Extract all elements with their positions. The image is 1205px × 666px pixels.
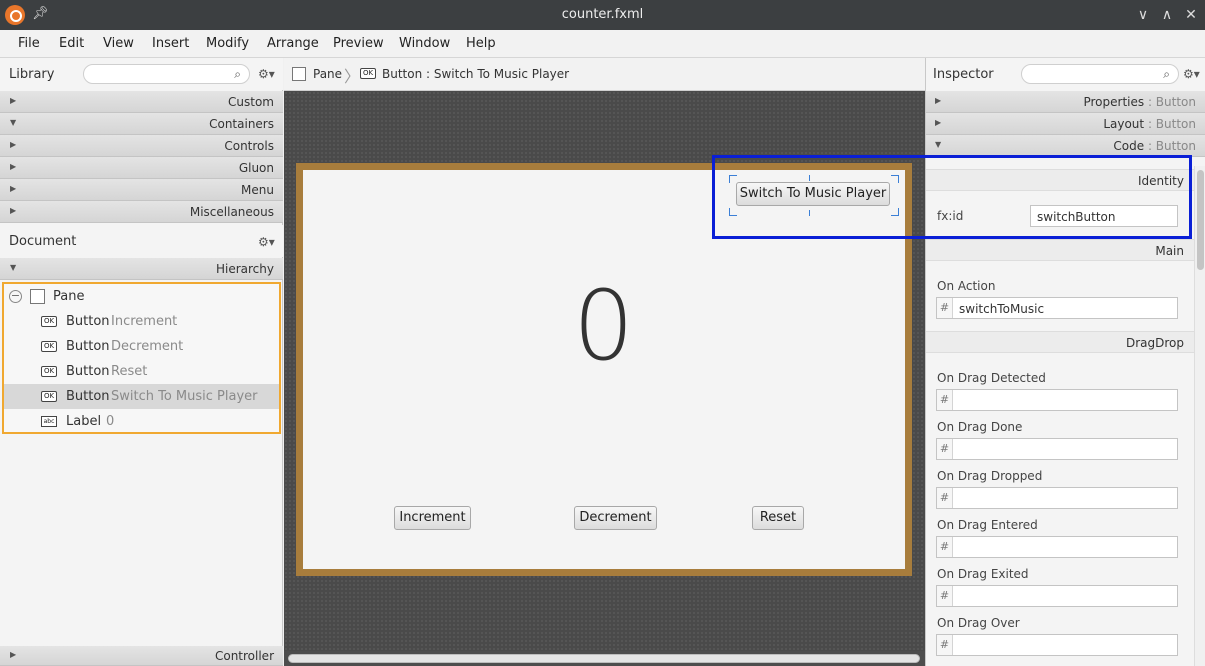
inspector-title: Inspector: [933, 67, 994, 82]
chevron-right-icon: 〉: [344, 67, 361, 86]
library-category-menu[interactable]: ▶ Menu: [0, 179, 283, 201]
tree-item-pane[interactable]: − Pane: [4, 284, 279, 309]
expand-arrow-icon: ▶: [10, 650, 17, 659]
library-category-miscellaneous[interactable]: ▶ Miscellaneous: [0, 201, 283, 223]
search-icon: ⌕: [234, 67, 241, 81]
counter-label[interactable]: 0: [573, 278, 634, 374]
on-drag-over-label: On Drag Over: [937, 616, 1020, 630]
label-icon: abc: [41, 416, 57, 427]
menu-modify[interactable]: Modify: [206, 36, 249, 51]
expand-arrow-icon: ▶: [10, 184, 17, 193]
hierarchy-tree: − Pane OK Button Increment OK Button Dec…: [2, 282, 281, 434]
tree-item-label[interactable]: abc Label 0: [4, 409, 279, 434]
left-panel: Library ⌕ ⚙▾ ▶ Custom ▼ Containers ▶ Con…: [0, 58, 283, 666]
inspector-code-section[interactable]: ▼ Code : Button: [926, 135, 1205, 157]
content-area: Pane 〉 OK Button : Switch To Music Playe…: [284, 58, 925, 666]
on-drag-done-input[interactable]: #: [936, 438, 1178, 460]
library-search-input[interactable]: ⌕: [83, 64, 250, 84]
library-header: Library ⌕ ⚙▾: [0, 58, 283, 90]
horizontal-scrollbar[interactable]: [288, 654, 920, 663]
on-drag-dropped-label: On Drag Dropped: [937, 469, 1043, 483]
inspector-properties-section[interactable]: ▶ Properties : Button: [926, 91, 1205, 113]
tree-item-button-reset[interactable]: OK Button Reset: [4, 359, 279, 384]
expand-arrow-icon: ▶: [935, 118, 942, 127]
tree-item-button-switch[interactable]: OK Button Switch To Music Player: [4, 384, 279, 409]
on-drag-dropped-input[interactable]: #: [936, 487, 1178, 509]
highlight-box: [712, 155, 1192, 239]
hierarchy-section[interactable]: ▼ Hierarchy: [0, 258, 283, 280]
button-icon: OK: [41, 366, 57, 377]
inspector-header: Inspector ⌕ ⚙▾: [926, 58, 1205, 90]
expand-arrow-icon: ▶: [10, 140, 17, 149]
menu-preview[interactable]: Preview: [333, 36, 384, 51]
menu-help[interactable]: Help: [466, 36, 496, 51]
breadcrumb-pane[interactable]: Pane: [313, 67, 342, 81]
expand-arrow-icon: ▶: [10, 206, 17, 215]
breadcrumb-current[interactable]: Button : Switch To Music Player: [382, 67, 569, 81]
tree-item-button-decrement[interactable]: OK Button Decrement: [4, 334, 279, 359]
expand-arrow-icon: ▶: [10, 162, 17, 171]
gear-icon[interactable]: ⚙▾: [258, 235, 275, 249]
collapse-arrow-icon: ▼: [10, 118, 17, 127]
reset-button[interactable]: Reset: [752, 506, 804, 530]
document-header: Document ⚙▾: [0, 225, 283, 257]
on-drag-over-input[interactable]: #: [936, 634, 1178, 656]
button-icon: OK: [41, 316, 57, 327]
on-drag-entered-input[interactable]: #: [936, 536, 1178, 558]
inspector-layout-section[interactable]: ▶ Layout : Button: [926, 113, 1205, 135]
library-category-controls[interactable]: ▶ Controls: [0, 135, 283, 157]
menu-window[interactable]: Window: [399, 36, 450, 51]
pane-icon: [30, 289, 45, 304]
increment-button[interactable]: Increment: [394, 506, 471, 530]
controller-section[interactable]: ▶ Controller: [0, 646, 283, 666]
window-title: counter.fxml: [561, 7, 644, 22]
button-icon: OK: [41, 391, 57, 402]
expand-arrow-icon: ▶: [10, 96, 17, 105]
main-section: Main: [926, 239, 1194, 261]
collapse-toggle-icon[interactable]: −: [9, 290, 22, 303]
search-icon: ⌕: [1163, 67, 1170, 81]
menu-bar: File Edit View Insert Modify Arrange Pre…: [0, 30, 1205, 58]
on-drag-exited-label: On Drag Exited: [937, 567, 1029, 581]
collapse-arrow-icon: ▼: [10, 263, 17, 272]
scrollbar-thumb[interactable]: [1197, 170, 1204, 270]
pane-icon: [292, 67, 306, 81]
minimize-icon[interactable]: ∨: [1133, 5, 1153, 25]
inspector-search-input[interactable]: ⌕: [1021, 64, 1179, 84]
dragdrop-section: DragDrop: [926, 331, 1194, 353]
menu-insert[interactable]: Insert: [152, 36, 189, 51]
on-drag-detected-input[interactable]: #: [936, 389, 1178, 411]
on-drag-exited-input[interactable]: #: [936, 585, 1178, 607]
button-icon: OK: [41, 341, 57, 352]
on-drag-detected-label: On Drag Detected: [937, 371, 1046, 385]
close-icon[interactable]: ✕: [1181, 5, 1201, 25]
menu-file[interactable]: File: [18, 36, 40, 51]
button-icon: OK: [360, 68, 376, 79]
library-category-gluon[interactable]: ▶ Gluon: [0, 157, 283, 179]
gear-icon[interactable]: ⚙▾: [258, 67, 275, 81]
inspector-scrollbar[interactable]: [1194, 166, 1205, 666]
collapse-arrow-icon: ▼: [935, 140, 942, 149]
on-action-input[interactable]: # switchToMusic: [936, 297, 1178, 319]
library-category-custom[interactable]: ▶ Custom: [0, 91, 283, 113]
menu-edit[interactable]: Edit: [59, 36, 84, 51]
menu-arrange[interactable]: Arrange: [267, 36, 319, 51]
document-title: Document: [9, 234, 77, 249]
on-action-label: On Action: [937, 279, 996, 293]
on-drag-entered-label: On Drag Entered: [937, 518, 1038, 532]
decrement-button[interactable]: Decrement: [574, 506, 657, 530]
library-title: Library: [9, 67, 55, 82]
menu-view[interactable]: View: [103, 36, 134, 51]
title-bar: 📌︎ counter.fxml ∨ ∧ ✕: [0, 0, 1205, 30]
on-drag-done-label: On Drag Done: [937, 420, 1023, 434]
library-category-containers[interactable]: ▼ Containers: [0, 113, 283, 135]
gear-icon[interactable]: ⚙▾: [1183, 67, 1200, 81]
tree-item-button-increment[interactable]: OK Button Increment: [4, 309, 279, 334]
maximize-icon[interactable]: ∧: [1157, 5, 1177, 25]
breadcrumb: Pane 〉 OK Button : Switch To Music Playe…: [284, 58, 925, 91]
expand-arrow-icon: ▶: [935, 96, 942, 105]
inspector-panel: Inspector ⌕ ⚙▾ ▶ Properties : Button ▶ L…: [925, 58, 1205, 666]
